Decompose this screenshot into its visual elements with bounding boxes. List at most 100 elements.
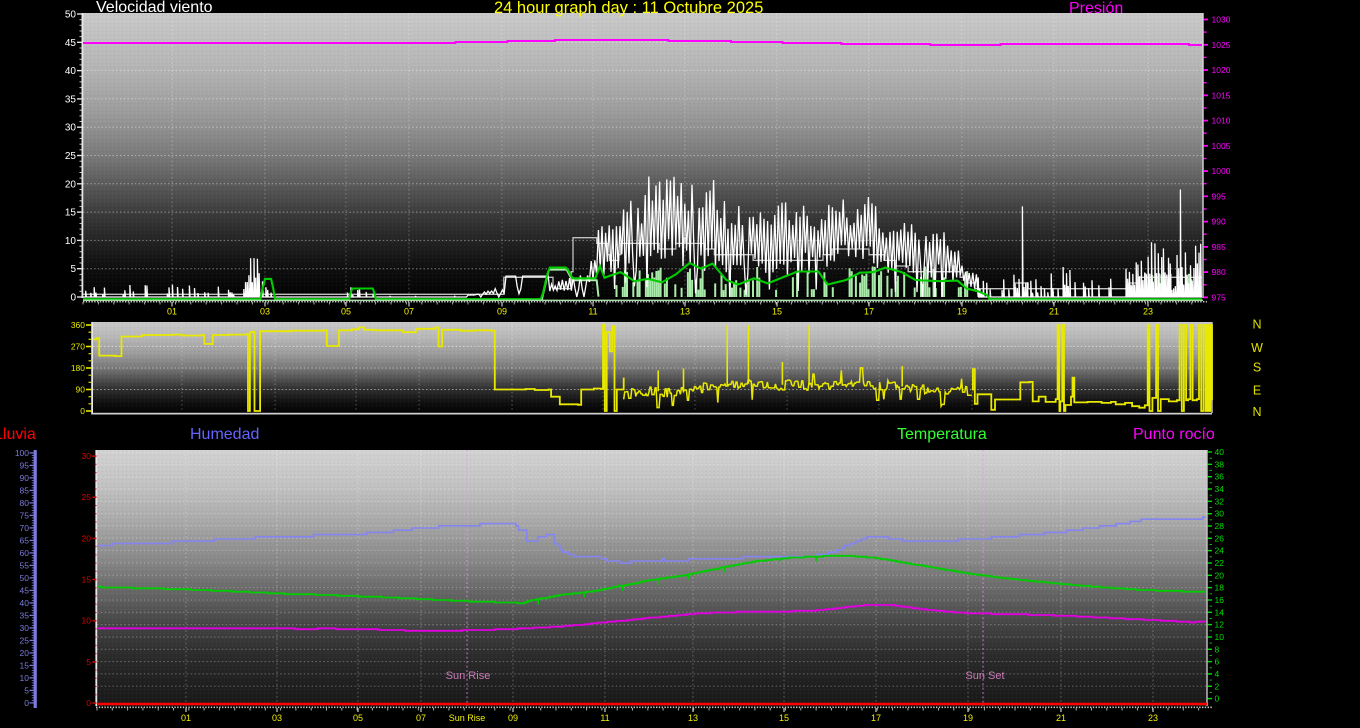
svg-text:30: 30 [1215, 509, 1225, 519]
svg-text:22: 22 [1215, 558, 1225, 568]
svg-text:2: 2 [1215, 681, 1220, 691]
svg-text:5: 5 [86, 657, 91, 667]
svg-text:N: N [1252, 318, 1261, 332]
svg-text:19: 19 [963, 713, 973, 723]
svg-text:0: 0 [1215, 694, 1220, 704]
svg-text:12: 12 [1215, 620, 1225, 630]
svg-text:45: 45 [20, 585, 30, 595]
svg-text:11: 11 [588, 307, 597, 317]
svg-text:0: 0 [24, 698, 29, 708]
svg-text:15: 15 [772, 307, 782, 317]
svg-text:15: 15 [779, 713, 789, 723]
svg-text:10: 10 [1215, 632, 1225, 642]
svg-text:S: S [1253, 361, 1261, 375]
svg-text:09: 09 [497, 307, 507, 317]
svg-text:20: 20 [82, 533, 92, 543]
svg-text:24: 24 [1215, 546, 1225, 556]
svg-text:05: 05 [341, 307, 351, 317]
svg-text:21: 21 [1049, 307, 1059, 317]
svg-text:23: 23 [1143, 307, 1153, 317]
svg-text:36: 36 [1215, 472, 1225, 482]
svg-text:35: 35 [20, 610, 30, 620]
svg-text:60: 60 [20, 548, 30, 558]
svg-text:45: 45 [65, 38, 77, 49]
svg-text:95: 95 [20, 460, 30, 470]
svg-text:85: 85 [20, 485, 30, 495]
svg-text:Sun Set: Sun Set [965, 670, 1004, 682]
svg-text:10: 10 [65, 236, 77, 247]
svg-text:1000: 1000 [1212, 166, 1231, 176]
svg-text:09: 09 [508, 713, 518, 723]
svg-text:Presión: Presión [1069, 0, 1123, 17]
svg-text:Temperatura: Temperatura [897, 426, 987, 443]
svg-text:10: 10 [20, 673, 30, 683]
svg-text:E: E [1253, 384, 1261, 398]
svg-text:20: 20 [65, 179, 77, 190]
svg-text:360: 360 [71, 320, 85, 330]
svg-text:20: 20 [1215, 570, 1225, 580]
svg-text:30: 30 [20, 623, 30, 633]
svg-text:40: 40 [20, 598, 30, 608]
svg-text:30: 30 [82, 451, 92, 461]
svg-text:25: 25 [20, 635, 30, 645]
svg-text:20: 20 [20, 648, 30, 658]
svg-text:90: 90 [20, 473, 30, 483]
svg-text:26: 26 [1215, 533, 1225, 543]
svg-text:90: 90 [76, 385, 86, 395]
svg-text:75: 75 [20, 510, 30, 520]
svg-text:Punto rocío: Punto rocío [1133, 426, 1215, 443]
svg-text:6: 6 [1215, 657, 1220, 667]
svg-text:985: 985 [1212, 242, 1226, 252]
svg-text:Sun Rise: Sun Rise [446, 670, 491, 682]
svg-text:38: 38 [1215, 459, 1225, 469]
svg-text:17: 17 [871, 713, 881, 723]
svg-text:14: 14 [1215, 607, 1225, 617]
svg-text:Velocidad viento: Velocidad viento [96, 0, 213, 16]
svg-text:19: 19 [957, 307, 967, 317]
svg-text:03: 03 [272, 713, 282, 723]
svg-text:13: 13 [680, 307, 690, 317]
svg-text:995: 995 [1212, 191, 1226, 201]
svg-text:40: 40 [65, 66, 77, 77]
svg-text:34: 34 [1215, 484, 1225, 494]
svg-text:21: 21 [1056, 713, 1066, 723]
svg-text:25: 25 [65, 151, 77, 162]
svg-text:4: 4 [1215, 669, 1220, 679]
svg-text:15: 15 [20, 660, 30, 670]
svg-text:17: 17 [864, 307, 874, 317]
svg-text:24 hour graph day : 11 Octubre: 24 hour graph day : 11 Octubre 2025 [494, 0, 763, 17]
svg-text:Humedad: Humedad [190, 426, 259, 443]
svg-text:180: 180 [71, 363, 85, 373]
svg-text:1020: 1020 [1212, 65, 1231, 75]
svg-text:32: 32 [1215, 496, 1225, 506]
svg-text:23: 23 [1148, 713, 1158, 723]
svg-text:03: 03 [260, 307, 270, 317]
svg-text:Sun Rise: Sun Rise [449, 713, 486, 723]
svg-text:975: 975 [1212, 292, 1226, 302]
svg-text:13: 13 [688, 713, 698, 723]
svg-text:5: 5 [70, 264, 76, 275]
svg-text:270: 270 [71, 342, 85, 352]
svg-text:11: 11 [600, 713, 609, 723]
svg-text:16: 16 [1215, 595, 1225, 605]
svg-text:01: 01 [181, 713, 191, 723]
svg-text:40: 40 [1215, 447, 1225, 457]
svg-text:980: 980 [1212, 267, 1226, 277]
svg-text:50: 50 [65, 10, 77, 21]
svg-text:1025: 1025 [1212, 40, 1231, 50]
svg-text:07: 07 [416, 713, 426, 723]
svg-text:07: 07 [404, 307, 414, 317]
svg-text:30: 30 [65, 123, 77, 134]
svg-text:100: 100 [15, 448, 29, 458]
svg-text:05: 05 [353, 713, 363, 723]
svg-text:N: N [1252, 405, 1261, 419]
svg-text:28: 28 [1215, 521, 1225, 531]
svg-text:25: 25 [82, 492, 92, 502]
svg-text:1015: 1015 [1212, 90, 1231, 100]
svg-text:1030: 1030 [1212, 15, 1231, 25]
svg-text:15: 15 [82, 575, 92, 585]
svg-text:18: 18 [1215, 583, 1225, 593]
svg-text:01: 01 [167, 307, 177, 317]
svg-text:1005: 1005 [1212, 141, 1231, 151]
svg-text:990: 990 [1212, 217, 1226, 227]
